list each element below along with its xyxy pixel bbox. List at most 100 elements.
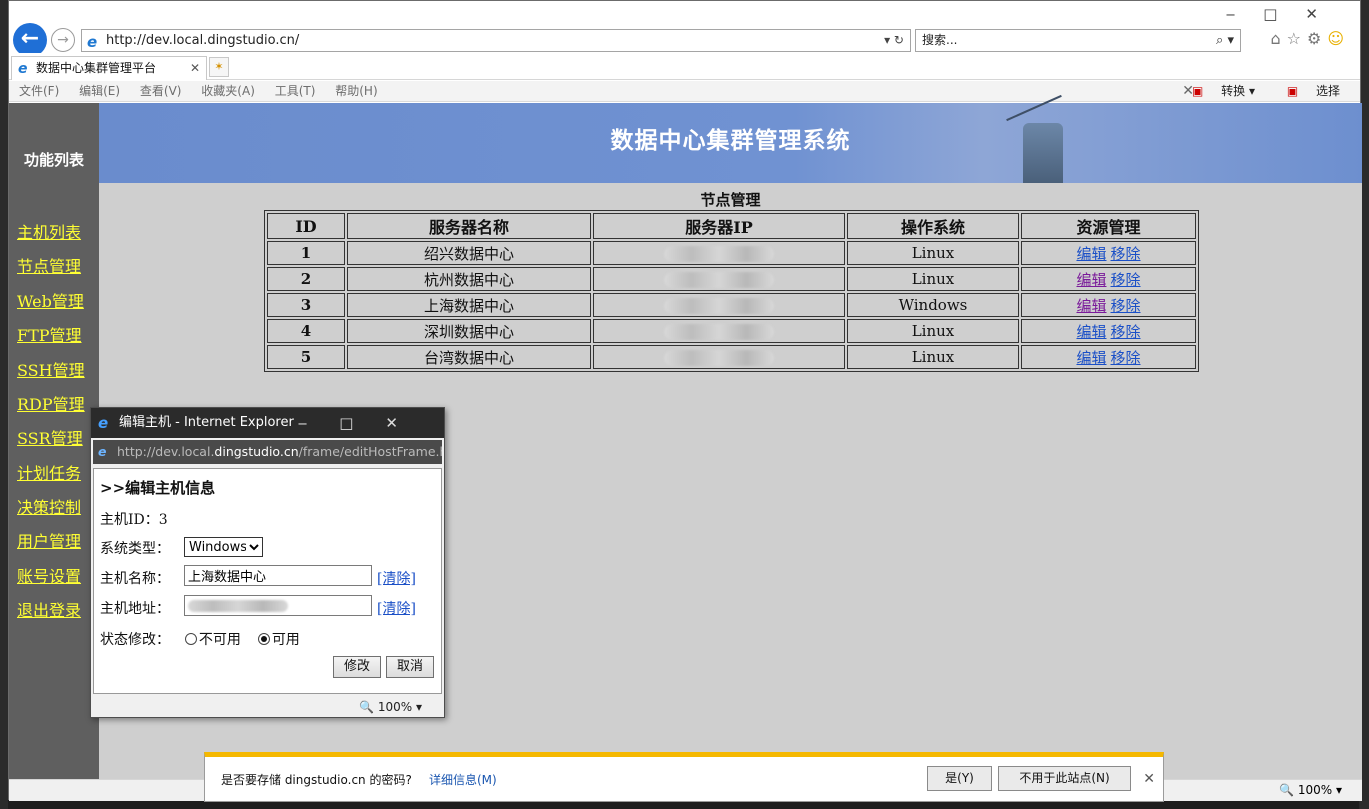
sidebar-link-ftp-mgmt[interactable]: FTP管理 xyxy=(17,322,82,346)
edit-link[interactable]: 编辑 xyxy=(1076,271,1106,289)
table-row: 2 杭州数据中心 Linux 编辑 移除 xyxy=(267,267,1196,291)
dialog-titlebar: e 编辑主机 - Internet Explorer ‒□✕ xyxy=(91,408,444,438)
back-arrow-icon[interactable]: ← xyxy=(13,23,47,57)
dialog-zoom-control[interactable]: 🔍 100% ▾ xyxy=(359,697,422,717)
menu-file[interactable]: 文件(F) xyxy=(19,84,59,98)
never-for-site-button[interactable]: 不用于此站点(N) xyxy=(998,766,1131,791)
edit-link[interactable]: 编辑 xyxy=(1076,297,1106,315)
cell-os: Linux xyxy=(847,319,1019,343)
sidebar-link-ssh-mgmt[interactable]: SSH管理 xyxy=(17,357,85,381)
edit-link[interactable]: 编辑 xyxy=(1076,349,1106,367)
redacted-ip xyxy=(664,246,774,262)
col-ip: 服务器IP xyxy=(593,213,845,239)
remove-link[interactable]: 移除 xyxy=(1111,245,1141,263)
cell-name: 绍兴数据中心 xyxy=(347,241,591,265)
clear-name-link[interactable]: [清除] xyxy=(377,568,416,588)
forward-arrow-icon[interactable]: → xyxy=(51,28,75,52)
remove-link[interactable]: 移除 xyxy=(1111,297,1141,315)
sidebar-link-rdp-mgmt[interactable]: RDP管理 xyxy=(17,391,85,415)
select-button[interactable]: ▣ 选择 xyxy=(1273,84,1340,98)
cell-ip xyxy=(593,267,845,291)
close-bar-icon[interactable]: ✕ xyxy=(1143,771,1155,787)
tab-active[interactable]: e 数据中心集群管理平台 ✕ xyxy=(11,56,207,80)
ie-logo-icon: e xyxy=(98,444,107,459)
redacted-ip xyxy=(664,324,774,340)
more-info-link[interactable]: 详细信息(M) xyxy=(429,771,497,788)
menu-tools[interactable]: 工具(T) xyxy=(275,84,316,98)
sidebar-link-decision-control[interactable]: 决策控制 xyxy=(17,494,81,518)
sidebar-link-node-mgmt[interactable]: 节点管理 xyxy=(17,253,81,277)
menu-edit[interactable]: 编辑(E) xyxy=(79,84,120,98)
smiley-icon[interactable]: ☺ xyxy=(1327,29,1350,48)
menu-view[interactable]: 查看(V) xyxy=(140,84,182,98)
zoom-level: 100% xyxy=(1297,783,1333,797)
select-label: 选择 xyxy=(1315,84,1340,98)
toolbar-icons[interactable]: ⌂☆⚙☺ xyxy=(1270,29,1350,48)
cancel-button[interactable]: 取消 xyxy=(386,656,434,678)
menu-bar: 文件(F) 编辑(E) 查看(V) 收藏夹(A) 工具(T) 帮助(H) ✕ ▣… xyxy=(9,81,1360,102)
cell-id: 4 xyxy=(267,319,345,343)
os-select[interactable]: Windows xyxy=(184,537,263,557)
redacted-ip xyxy=(664,298,774,314)
remove-link[interactable]: 移除 xyxy=(1111,349,1141,367)
search-box[interactable]: 搜索... ⌕ ▾ xyxy=(915,29,1241,52)
remove-link[interactable]: 移除 xyxy=(1111,323,1141,341)
edit-link[interactable]: 编辑 xyxy=(1076,245,1106,263)
cell-id: 3 xyxy=(267,293,345,317)
host-name-label: 主机名称： xyxy=(100,571,170,587)
sidebar-link-ssr-mgmt[interactable]: SSR管理 xyxy=(17,425,83,449)
sidebar-link-scheduled-tasks[interactable]: 计划任务 xyxy=(17,460,81,484)
cell-actions: 编辑 移除 xyxy=(1021,345,1196,369)
search-icon[interactable]: ⌕ ▾ xyxy=(1216,30,1234,51)
remove-link[interactable]: 移除 xyxy=(1111,271,1141,289)
cell-id: 5 xyxy=(267,345,345,369)
sidebar-link-host-list[interactable]: 主机列表 xyxy=(17,219,81,243)
sidebar-link-web-mgmt[interactable]: Web管理 xyxy=(17,288,84,312)
table-row: 5 台湾数据中心 Linux 编辑 移除 xyxy=(267,345,1196,369)
tab-row: e 数据中心集群管理平台 ✕ ✶ xyxy=(9,53,1360,80)
sidebar-link-user-mgmt[interactable]: 用户管理 xyxy=(17,528,81,552)
new-tab-icon[interactable]: ✶ xyxy=(209,57,229,77)
close-tab-icon[interactable]: ✕ xyxy=(190,57,200,79)
convert-button[interactable]: ▣ 转换 ▾ xyxy=(1178,84,1255,98)
cell-os: Linux xyxy=(847,241,1019,265)
cell-ip xyxy=(593,241,845,265)
address-url: http://dev.local.dingstudio.cn/ xyxy=(106,33,300,48)
save-yes-button[interactable]: 是(Y) xyxy=(927,766,992,791)
desktop-left-edge xyxy=(0,0,8,809)
radio-available[interactable] xyxy=(257,633,270,645)
dialog-window-controls[interactable]: ‒□✕ xyxy=(298,408,430,438)
host-id-row: 主机ID：3 xyxy=(100,509,168,529)
radio-unavailable[interactable] xyxy=(184,633,197,645)
sidebar-caption: 功能列表 xyxy=(23,151,84,169)
submit-button[interactable]: 修改 xyxy=(333,656,381,678)
cell-name: 杭州数据中心 xyxy=(347,267,591,291)
host-name-input[interactable] xyxy=(184,565,372,586)
refresh-icon[interactable]: ▾ ↻ xyxy=(884,30,904,51)
system-title: 数据中心集群管理系统 xyxy=(610,127,851,154)
cell-id: 2 xyxy=(267,267,345,291)
col-name: 服务器名称 xyxy=(347,213,591,239)
dialog-url-path: /frame/editHostFrame.htm xyxy=(298,444,442,459)
dialog-window-title: 编辑主机 - Internet Explorer xyxy=(119,415,294,430)
zoom-control[interactable]: 🔍 100% ▾ xyxy=(1279,783,1342,797)
host-id-label: 主机ID： xyxy=(100,512,159,528)
table-header-row: ID 服务器名称 服务器IP 操作系统 资源管理 xyxy=(267,213,1196,239)
edit-host-dialog: e 编辑主机 - Internet Explorer ‒□✕ e http://… xyxy=(90,407,445,718)
sidebar-link-account-settings[interactable]: 账号设置 xyxy=(17,563,81,587)
cell-actions: 编辑 移除 xyxy=(1021,241,1196,265)
table-row: 3 上海数据中心 Windows 编辑 移除 xyxy=(267,293,1196,317)
edit-link[interactable]: 编辑 xyxy=(1076,323,1106,341)
menu-help[interactable]: 帮助(H) xyxy=(335,84,377,98)
col-actions: 资源管理 xyxy=(1021,213,1196,239)
col-id: ID xyxy=(267,213,345,239)
cell-ip xyxy=(593,319,845,343)
address-bar[interactable]: e http://dev.local.dingstudio.cn/ ▾ ↻ xyxy=(81,29,911,52)
browser-titlebar: ‒□✕ ← → e http://dev.local.dingstudio.cn… xyxy=(9,1,1360,57)
window-controls[interactable]: ‒□✕ xyxy=(1226,5,1346,23)
save-password-bar: 是否要存储 dingstudio.cn 的密码? 详细信息(M) 是(Y) 不用… xyxy=(204,752,1164,802)
menu-favorites[interactable]: 收藏夹(A) xyxy=(201,84,255,98)
clear-addr-link[interactable]: [清除] xyxy=(377,598,416,618)
sidebar-link-logout[interactable]: 退出登录 xyxy=(17,597,81,621)
radio-unavailable-label: 不可用 xyxy=(198,632,241,648)
